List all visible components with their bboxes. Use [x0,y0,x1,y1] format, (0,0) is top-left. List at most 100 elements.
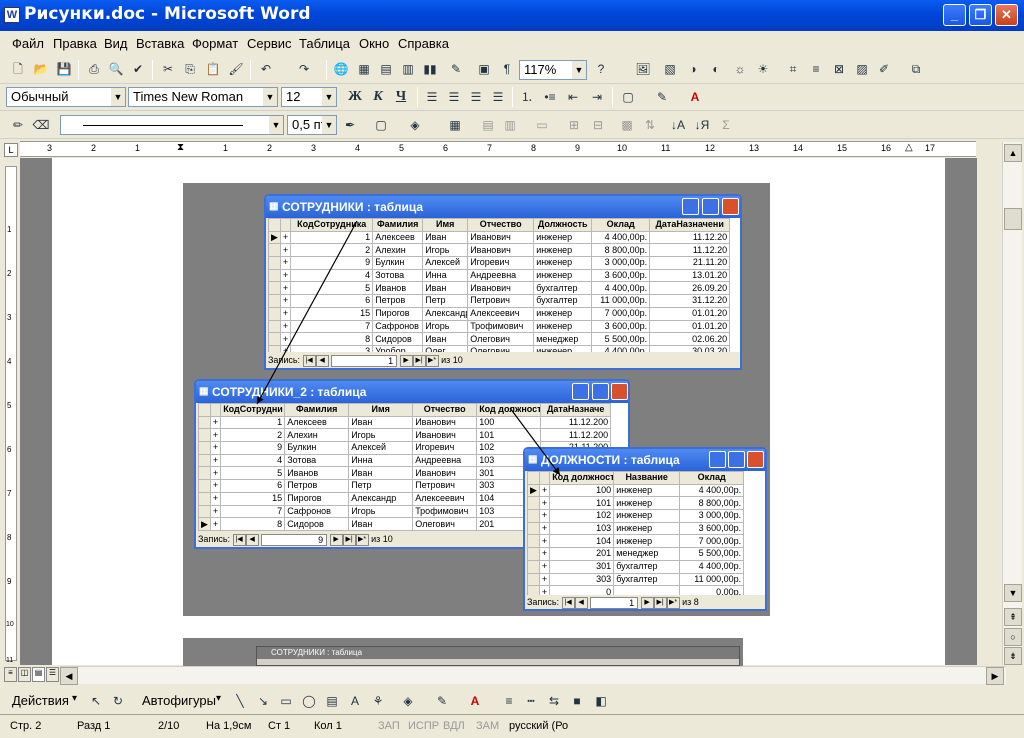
3d-icon[interactable]: ◧ [591,691,611,711]
redo-icon[interactable]: ↷ [294,59,314,79]
chevron-down-icon[interactable]: ▼ [263,88,277,106]
row-selector[interactable] [198,491,211,506]
table-cell[interactable]: 3 000,00р. [679,509,745,523]
minimize-button[interactable] [572,383,589,400]
table-cell[interactable]: 30.03.20 [649,344,731,352]
table-cell[interactable]: Алексей [422,256,469,270]
print-layout-icon[interactable]: ▤ [32,667,45,682]
table-cell[interactable]: Петров [284,479,350,493]
expand-icon[interactable]: + [279,268,292,283]
table-row[interactable]: +2 Алехин Игорь Иванович 101 11.12.200 [198,428,612,443]
row-selector[interactable] [527,521,540,536]
table-row[interactable]: ▶ +1 Алексеев Иван Иванович инженер 4 400,00р.… [268,230,731,245]
row-selector[interactable] [527,534,540,549]
table-cell[interactable]: 02.06.20 [649,332,731,346]
table-cell[interactable]: Трофимович [412,504,478,519]
expand-icon[interactable]: + [279,344,292,352]
table-cell[interactable]: 6 [290,294,374,308]
table-cell[interactable]: Алексеевич [412,491,478,506]
table-cell[interactable]: 11.12.20 [649,230,731,245]
table-cell[interactable]: 1 [220,415,286,430]
table-cell[interactable]: Иванович [412,428,478,443]
line-style-icon[interactable]: ≡ [499,691,519,711]
row-selector[interactable] [268,344,281,352]
chevron-down-icon[interactable]: ▼ [572,61,586,79]
distribute-columns-icon[interactable]: ⊟ [588,115,608,135]
expand-icon[interactable]: + [279,256,292,270]
pencil-icon[interactable]: ✏ [8,115,28,135]
merge-cells-icon[interactable]: ▤ [478,115,498,135]
table-cell[interactable]: менеджер [533,332,593,346]
table-row[interactable]: +9 Булкин Алексей Игоревич инженер 3 000,00р.… [268,256,731,270]
row-selector[interactable] [198,466,211,481]
scroll-thumb[interactable] [1004,208,1022,230]
insert-table-icon[interactable]: ▤ [376,59,396,79]
hyperlink-icon[interactable]: 🌐 [331,59,351,79]
record-field[interactable]: 1 [331,354,398,367]
table-cell[interactable]: 8 800,00р. [679,496,745,511]
insert-table-icon[interactable]: ▦ [445,115,465,135]
numbering-icon[interactable]: ⒈ [517,87,537,107]
table-cell[interactable]: Игорь [348,428,414,443]
table-cell[interactable]: 101 [476,428,542,443]
table-cell[interactable]: Петрович [412,479,478,493]
table-cell[interactable]: 5 500,00р. [679,547,745,561]
brightness-icon[interactable]: ☼ [730,59,750,79]
row-selector[interactable] [268,243,281,258]
table-cell[interactable]: Олегович [467,332,535,346]
record-field[interactable]: 1 [590,596,639,609]
font-color-icon[interactable]: A [465,691,485,711]
wordart-icon[interactable]: A [345,691,365,711]
table-cell[interactable]: инженер [613,483,681,498]
menu-file[interactable]: Файл [12,36,44,51]
employees-table-window[interactable]: ▦ СОТРУДНИКИ : таблица КодСотрудника Фами… [264,194,742,370]
new-record-button[interactable]: ▶* [425,354,439,367]
autoshapes-menu[interactable]: Автофигуры [142,693,216,708]
column-header[interactable]: Отчество [412,403,478,417]
table-cell[interactable]: 2 [290,243,374,258]
preview-icon[interactable]: 🔍 [106,59,126,79]
menu-table[interactable]: Таблица [299,36,350,51]
expand-icon[interactable]: + [538,559,551,574]
shading-icon[interactable]: ◈ [405,115,425,135]
dash-style-icon[interactable]: ┅ [521,691,541,711]
column-header[interactable]: Имя [348,403,414,417]
table-cell[interactable]: Алексеев [372,230,424,245]
column-header[interactable]: Код должност [476,403,542,417]
status-overtype[interactable]: ЗАМ [476,720,499,732]
row-selector[interactable] [198,428,211,443]
crop-icon[interactable]: ⌗ [783,59,803,79]
expand-icon[interactable]: + [209,491,222,506]
save-icon[interactable]: 💾 [54,59,74,79]
row-selector[interactable]: ▶ [198,517,211,531]
table-cell[interactable]: менеджер [613,547,681,561]
table-cell[interactable]: инженер [533,243,593,258]
table-cell[interactable]: 8 800,00р. [591,243,651,258]
table-cell[interactable]: Иван [348,415,414,430]
italic-button[interactable]: К [368,87,388,107]
expand-icon[interactable]: + [279,243,292,258]
tab-selector[interactable]: L [4,143,18,157]
format-painter-icon[interactable]: 🖌 [226,59,246,79]
table-row[interactable]: +104 инженер 7 000,00р. [527,534,745,549]
minimize-button[interactable]: _ [943,4,966,26]
table-cell[interactable]: Игоревич [467,256,535,270]
scroll-down-icon[interactable]: ▼ [1004,584,1022,602]
row-selector[interactable] [527,559,540,574]
table-cell[interactable]: Иван [422,332,469,346]
table-cell[interactable]: 101 [549,496,615,511]
row-selector[interactable] [527,496,540,511]
row-selector[interactable] [268,332,281,346]
table-cell[interactable]: Александр [422,306,469,321]
line-width-select[interactable]: 0,5 пт ▼ [287,115,337,135]
maximize-button[interactable] [728,451,745,468]
eraser-icon[interactable]: ⌫ [31,115,51,135]
open-icon[interactable]: 📂 [31,59,51,79]
table-cell[interactable]: бухгалтер [533,294,593,308]
justify-icon[interactable]: ☰ [488,87,508,107]
table-cell[interactable]: Пирогов [284,491,350,506]
table-cell[interactable]: 3 [290,344,374,352]
expand-icon[interactable]: + [538,496,551,511]
table-cell[interactable]: Сидоров [284,517,350,531]
sort-desc-icon[interactable]: ↓Я [692,115,712,135]
